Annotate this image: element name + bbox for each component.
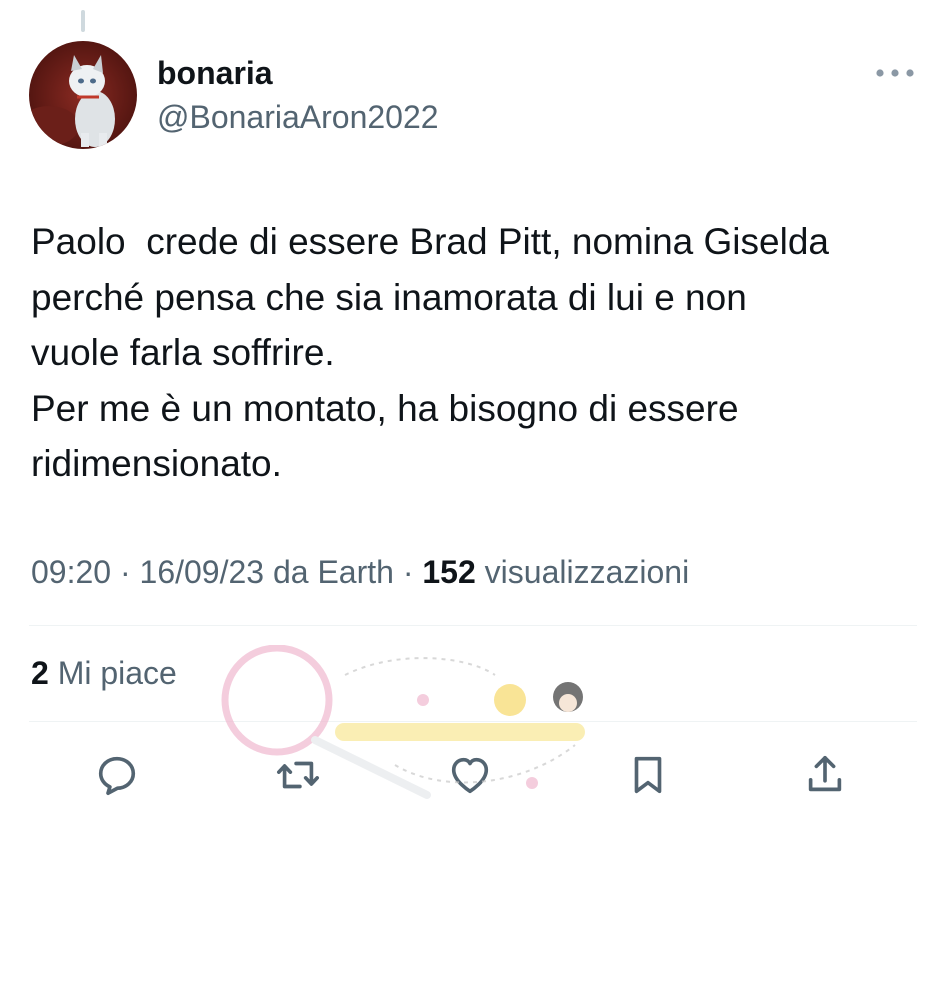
likes-summary[interactable]: 2 Mi piace bbox=[31, 655, 177, 692]
tweet-date[interactable]: 16/09/23 bbox=[140, 554, 265, 590]
cat-avatar-icon bbox=[29, 41, 137, 149]
author-handle[interactable]: @BonariaAron2022 bbox=[157, 99, 439, 136]
like-icon bbox=[451, 757, 489, 794]
views-label: visualizzazioni bbox=[484, 554, 690, 590]
bookmark-icon bbox=[634, 756, 662, 794]
bookmark-button[interactable] bbox=[625, 752, 671, 798]
tweet-time[interactable]: 09:20 bbox=[31, 554, 111, 590]
divider bbox=[29, 625, 917, 626]
reply-icon bbox=[98, 756, 136, 796]
views-count: 152 bbox=[422, 554, 476, 590]
share-icon bbox=[808, 755, 842, 792]
tweet-text: Paolo crede di essere Brad Pitt, nomina … bbox=[31, 221, 829, 484]
author-display-name[interactable]: bonaria bbox=[157, 55, 273, 92]
meta-separator: · bbox=[111, 554, 140, 590]
reply-button[interactable] bbox=[94, 752, 140, 798]
likes-label: Mi piace bbox=[57, 655, 177, 691]
divider bbox=[29, 721, 917, 722]
more-options-button[interactable] bbox=[872, 60, 918, 86]
watermark-logo bbox=[221, 645, 585, 799]
more-dots-icon bbox=[876, 69, 914, 77]
share-button[interactable] bbox=[802, 752, 848, 798]
tweet-source: da Earth bbox=[272, 554, 394, 590]
retweet-button[interactable] bbox=[275, 752, 321, 798]
avatar[interactable] bbox=[29, 41, 137, 149]
meta-separator: · bbox=[393, 554, 423, 590]
tweet-metadata: 09:20 · 16/09/23 da Earth · 152 visualiz… bbox=[31, 554, 689, 591]
retweet-icon bbox=[277, 761, 319, 789]
thread-connector-line bbox=[81, 10, 85, 32]
likes-count: 2 bbox=[31, 655, 49, 691]
like-button[interactable] bbox=[447, 752, 493, 798]
